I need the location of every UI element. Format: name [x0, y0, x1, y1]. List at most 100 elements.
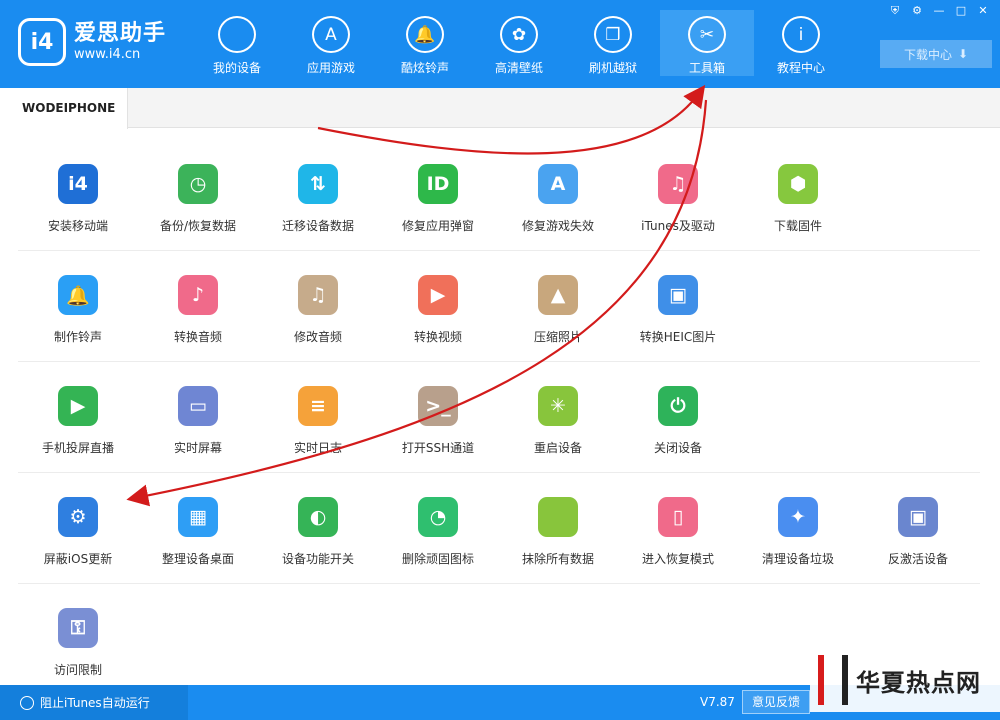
tool-label: 修改音频 [293, 330, 342, 344]
tool-label: 转换音频 [173, 330, 222, 344]
info-icon: i [782, 16, 820, 53]
tool-label: 修复游戏失效 [521, 219, 594, 233]
tool-item[interactable]: ID 修复应用弹窗 [378, 140, 498, 250]
tool-item[interactable]: ⚙ 屏蔽iOS更新 [18, 473, 138, 583]
tool-label: 抹除所有数据 [521, 552, 594, 566]
tool-item[interactable]: i4 安装移动端 [18, 140, 138, 250]
tool-label: 制作铃声 [53, 330, 102, 344]
app-header: i4 爱思助手 www.i4.cn 我的设备 A 应用游戏 🔔 酷炫铃声 ✿ 高清壁纸 ❒ 刷机… [0, 0, 1000, 88]
window-controls: ⛨ ⚙ — □ ✕ [884, 3, 994, 19]
tool-label: 备份/恢复数据 [159, 219, 237, 233]
nav-item-0[interactable]: 我的设备 [190, 10, 284, 76]
migrate-devices-icon: ⇅ [298, 164, 338, 204]
tool-label: 安装移动端 [47, 219, 108, 233]
tool-item[interactable]: ⏻ 关闭设备 [618, 362, 738, 472]
tool-item[interactable]: ▣ 转换HEIC图片 [618, 251, 738, 361]
nav-item-2[interactable]: 🔔 酷炫铃声 [378, 10, 472, 76]
tool-item[interactable]: ♪ 转换音频 [138, 251, 258, 361]
flower-icon: ✿ [500, 16, 538, 53]
nav-item-6[interactable]: i 教程中心 [754, 10, 848, 76]
tool-label: 实时日志 [293, 441, 342, 455]
tool-label: 迁移设备数据 [281, 219, 354, 233]
watermark: 华夏热点网 [810, 648, 1000, 712]
music-edit-icon: ♫ [298, 275, 338, 315]
broom-icon: ✦ [778, 497, 818, 537]
app-name: 爱思助手 [74, 21, 167, 46]
feedback-button[interactable]: 意见反馈 [742, 690, 810, 714]
tool-item[interactable]: ⇅ 迁移设备数据 [258, 140, 378, 250]
block-update-gear-icon: ⚙ [58, 497, 98, 537]
tool-item[interactable]: ⚿ 访问限制 [18, 584, 138, 695]
tool-row: ▶ 手机投屏直播 ▭ 实时屏幕 ≡ 实时日志 >_ 打开SSH通道 ✳ 重启设备 ⏻ 关闭设备 [18, 362, 980, 473]
maximize-icon[interactable]: □ [950, 3, 972, 19]
phone-cast-icon: ▶ [58, 386, 98, 426]
tool-item[interactable]: ▲ 压缩照片 [498, 251, 618, 361]
tool-label: 删除顽固图标 [401, 552, 474, 566]
tool-label: 进入恢复模式 [641, 552, 714, 566]
close-icon[interactable]: ✕ [972, 3, 994, 19]
tool-item[interactable]: 抹除所有数据 [498, 473, 618, 583]
nav-label: 应用游戏 [306, 61, 355, 75]
itunes-icon: ♫ [658, 164, 698, 204]
tool-label: iTunes及驱动 [641, 219, 715, 233]
version-label: V7.87 [700, 695, 735, 709]
tool-label: 转换视频 [413, 330, 462, 344]
apple-id-icon: ID [418, 164, 458, 204]
tool-item[interactable]: ▶ 转换视频 [378, 251, 498, 361]
firmware-box-icon: ⬢ [778, 164, 818, 204]
tool-item[interactable]: ⬢ 下载固件 [738, 140, 858, 250]
nav-item-5[interactable]: ✂ 工具箱 [660, 10, 754, 76]
tool-label: 屏蔽iOS更新 [43, 552, 113, 566]
tool-item[interactable]: ◷ 备份/恢复数据 [138, 140, 258, 250]
tool-item[interactable]: ▦ 整理设备桌面 [138, 473, 258, 583]
bell-icon: 🔔 [406, 16, 444, 53]
tool-item[interactable]: ✦ 清理设备垃圾 [738, 473, 858, 583]
i4-app-icon: i4 [58, 164, 98, 204]
tool-item[interactable]: ▭ 实时屏幕 [138, 362, 258, 472]
nav-item-3[interactable]: ✿ 高清壁纸 [472, 10, 566, 76]
tool-item[interactable]: ✳ 重启设备 [498, 362, 618, 472]
nav-item-4[interactable]: ❒ 刷机越狱 [566, 10, 660, 76]
tool-label: 反激活设备 [887, 552, 948, 566]
apple-icon [218, 16, 256, 53]
nav-item-1[interactable]: A 应用游戏 [284, 10, 378, 76]
settings-icon[interactable]: ⚙ [906, 3, 928, 19]
tool-item[interactable]: ♫ 修改音频 [258, 251, 378, 361]
nav-label: 刷机越狱 [588, 61, 637, 75]
power-icon: ⏻ [658, 386, 698, 426]
app-url: www.i4.cn [74, 47, 141, 62]
tool-item[interactable]: ◔ 删除顽固图标 [378, 473, 498, 583]
tool-item[interactable]: ◐ 设备功能开关 [258, 473, 378, 583]
music-note-icon: ♪ [178, 275, 218, 315]
tool-item[interactable]: ≡ 实时日志 [258, 362, 378, 472]
nav-label: 教程中心 [776, 61, 825, 75]
tool-label: 手机投屏直播 [41, 441, 114, 455]
tools-icon: ✂ [688, 16, 726, 53]
tool-item[interactable]: A 修复游戏失效 [498, 140, 618, 250]
nav-label: 酷炫铃声 [400, 61, 449, 75]
tool-item[interactable]: ▯ 进入恢复模式 [618, 473, 738, 583]
tool-label: 设备功能开关 [281, 552, 354, 566]
tool-item[interactable]: ▣ 反激活设备 [858, 473, 978, 583]
tool-item[interactable]: >_ 打开SSH通道 [378, 362, 498, 472]
tool-item[interactable]: ▶ 手机投屏直播 [18, 362, 138, 472]
download-center-button[interactable]: 下载中心 ⬇ [880, 40, 992, 68]
tool-label: 实时屏幕 [173, 441, 222, 455]
deactivate-device-icon: ▣ [898, 497, 938, 537]
tool-item[interactable]: 🔔 制作铃声 [18, 251, 138, 361]
block-itunes-label: 阻止iTunes自动运行 [40, 696, 150, 710]
app-store-icon: A [538, 164, 578, 204]
minimize-icon[interactable]: — [928, 3, 950, 19]
tool-label: 清理设备垃圾 [761, 552, 834, 566]
tool-item[interactable]: ♫ iTunes及驱动 [618, 140, 738, 250]
app-logo: i4 爱思助手 www.i4.cn [18, 18, 166, 66]
block-itunes-autorun-toggle[interactable]: 阻止iTunes自动运行 [0, 685, 188, 720]
tool-label: 关闭设备 [653, 441, 702, 455]
tool-label: 压缩照片 [533, 330, 582, 344]
tab-device[interactable]: WODEIPHONE [0, 88, 128, 129]
tool-label: 访问限制 [53, 663, 102, 677]
download-icon: ⬇ [957, 47, 969, 61]
skin-icon[interactable]: ⛨ [884, 3, 906, 19]
tool-label: 整理设备桌面 [161, 552, 234, 566]
app-store-icon: A [312, 16, 350, 53]
